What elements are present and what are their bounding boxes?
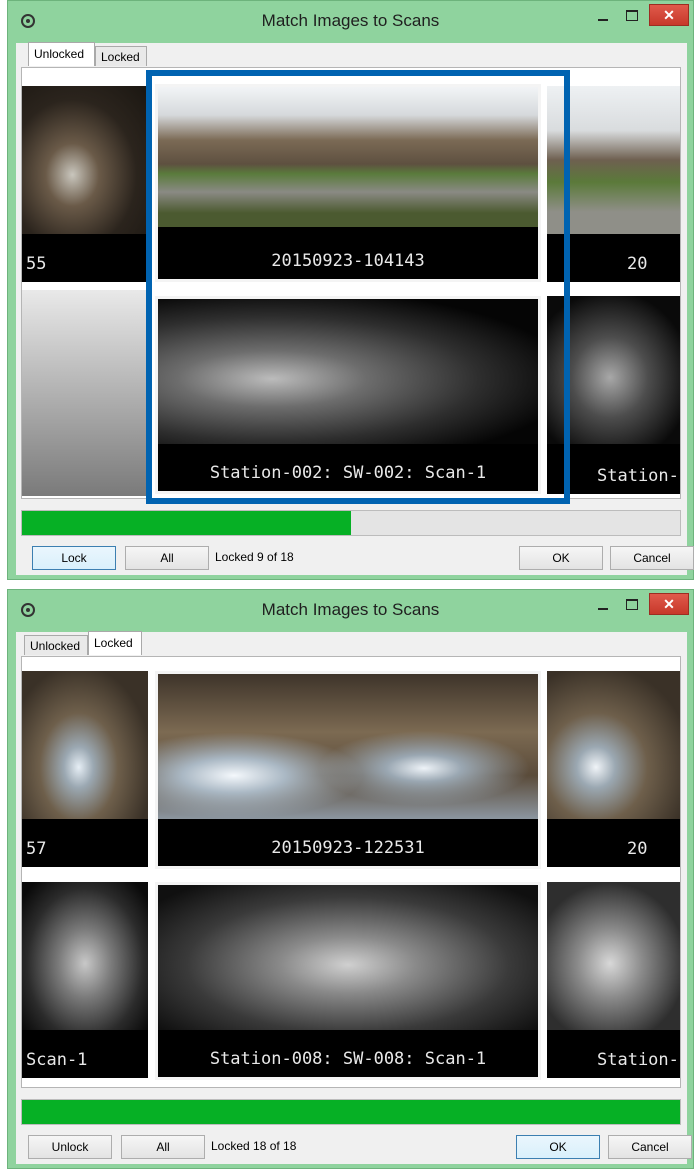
scan-thumbnail-left[interactable]: Scan-1 [22, 882, 148, 1078]
image-thumbnail-right[interactable]: 20 [547, 671, 680, 867]
scan-thumbnail-selected[interactable]: Station-002: SW-002: Scan-1 [155, 296, 541, 494]
lock-button[interactable]: Lock [32, 546, 116, 570]
scan-thumbnail-left[interactable] [22, 290, 148, 496]
image-thumbnail-left[interactable]: 55 [22, 86, 148, 282]
scan-thumbnail-right[interactable]: Station-( [547, 296, 681, 494]
progress-fill [22, 511, 351, 535]
title-bar[interactable]: Match Images to Scans ✕ [8, 1, 693, 41]
close-icon: ✕ [663, 596, 675, 612]
image-thumbnail-selected[interactable]: 20150923-122531 [155, 671, 541, 869]
scan-thumbnail-right[interactable]: Station-( [547, 882, 681, 1078]
image-thumbnail-right[interactable]: 20 [547, 86, 680, 282]
lock-status: Locked 9 of 18 [215, 550, 294, 564]
scan-label: Station-( [597, 1050, 681, 1070]
scan-preview [158, 885, 538, 1030]
image-label: 20 [627, 254, 648, 274]
scan-label: Station-008: SW-008: Scan-1 [209, 1049, 487, 1069]
image-thumbnail-selected[interactable]: 20150923-104143 [155, 84, 541, 282]
scan-preview [158, 299, 538, 444]
tab-unlocked[interactable]: Unlocked [24, 635, 88, 655]
image-preview [547, 86, 680, 234]
unlock-button[interactable]: Unlock [28, 1135, 112, 1159]
close-icon: ✕ [663, 7, 675, 23]
minimize-button[interactable] [591, 5, 615, 27]
close-button[interactable]: ✕ [649, 4, 689, 26]
lock-status: Locked 18 of 18 [211, 1139, 297, 1153]
image-preview [22, 671, 148, 819]
image-label: 20 [627, 839, 648, 859]
image-label: 20150923-122531 [271, 838, 425, 858]
scan-thumbnail-selected[interactable]: Station-008: SW-008: Scan-1 [155, 882, 541, 1080]
cancel-button[interactable]: Cancel [608, 1135, 692, 1159]
image-preview [158, 674, 538, 819]
tab-unlocked[interactable]: Unlocked [28, 42, 95, 66]
image-preview [158, 87, 538, 227]
all-button[interactable]: All [121, 1135, 205, 1159]
match-panel: 57 20150923-122531 20 Scan-1 Station-008… [21, 656, 681, 1088]
match-images-dialog-locked: Match Images to Scans ✕ Unlocked Locked … [7, 589, 694, 1169]
dialog-client: Unlocked Locked 57 20150923-122531 20 Sc… [16, 631, 692, 1164]
all-button[interactable]: All [125, 546, 209, 570]
scan-preview [22, 882, 148, 1030]
dialog-client: Unlocked Locked 55 20150923-104143 20 St… [16, 42, 694, 575]
cancel-button[interactable]: Cancel [610, 546, 694, 570]
image-thumbnail-left[interactable]: 57 [22, 671, 148, 867]
ok-button[interactable]: OK [519, 546, 603, 570]
maximize-button[interactable] [619, 5, 645, 27]
minimize-button[interactable] [591, 594, 615, 616]
scan-label: Station-( [597, 466, 681, 486]
image-label: 55 [26, 254, 47, 274]
scan-label: Station-002: SW-002: Scan-1 [209, 463, 487, 483]
tab-locked[interactable]: Locked [95, 46, 147, 66]
ok-button[interactable]: OK [516, 1135, 600, 1159]
progress-bar [21, 1099, 681, 1125]
scan-preview [547, 882, 680, 1030]
progress-fill [22, 1100, 680, 1124]
close-button[interactable]: ✕ [649, 593, 689, 615]
image-label: 20150923-104143 [271, 251, 425, 271]
tab-locked[interactable]: Locked [88, 631, 142, 655]
image-preview [22, 86, 148, 234]
scan-preview [547, 296, 680, 444]
scan-label: Scan-1 [26, 1050, 88, 1070]
maximize-button[interactable] [619, 594, 645, 616]
progress-bar [21, 510, 681, 536]
title-bar[interactable]: Match Images to Scans ✕ [8, 590, 693, 630]
image-preview [547, 671, 680, 819]
image-label: 57 [26, 839, 47, 859]
match-panel: 55 20150923-104143 20 Station-002: SW-00… [21, 67, 681, 499]
match-images-dialog-unlocked: Match Images to Scans ✕ Unlocked Locked … [7, 0, 694, 580]
